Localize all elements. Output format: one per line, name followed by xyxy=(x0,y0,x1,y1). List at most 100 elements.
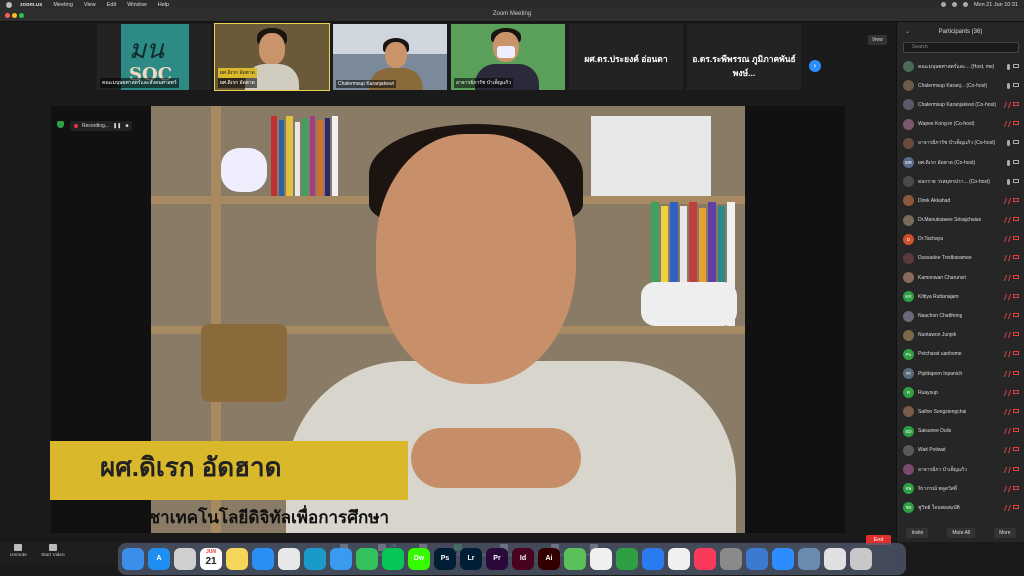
participant-row[interactable]: MR ผศ.ดิเรก อัดฮาด (Co-host) xyxy=(903,153,1021,172)
microphone-icon[interactable] xyxy=(1007,178,1010,185)
microphone-muted-icon[interactable] xyxy=(1003,255,1012,262)
video-off-icon[interactable] xyxy=(1013,408,1019,413)
preview-icon[interactable] xyxy=(798,548,820,570)
video-icon[interactable] xyxy=(1013,159,1019,164)
thumbnail-tile[interactable]: อาจารย์ภารัช บำเพ็ญแก้ว xyxy=(451,24,565,90)
mute-all-button[interactable]: Mute All xyxy=(947,528,976,538)
lightroom-icon[interactable]: Lr xyxy=(460,548,482,570)
view-button[interactable]: View xyxy=(868,35,887,45)
numbers-icon[interactable] xyxy=(616,548,638,570)
video-off-icon[interactable] xyxy=(1013,428,1019,433)
microphone-muted-icon[interactable] xyxy=(1003,351,1012,358)
video-off-icon[interactable] xyxy=(1013,447,1019,452)
menubar-clock[interactable]: Mon 21 Jun 10:31 xyxy=(974,2,1018,8)
video-off-icon[interactable] xyxy=(1013,236,1019,241)
video-off-icon[interactable] xyxy=(1013,313,1019,318)
edge-icon[interactable] xyxy=(304,548,326,570)
microphone-muted-icon[interactable] xyxy=(1003,332,1012,339)
participant-row[interactable]: Direk Akkahad xyxy=(903,191,1021,210)
microphone-icon[interactable] xyxy=(1007,140,1010,147)
illustrator-icon[interactable]: Ai xyxy=(538,548,560,570)
thumbnail-tile[interactable]: มน SOC คณะมนุษยศาสตร์และสังคมศาสตร์ xyxy=(97,24,211,90)
participant-row[interactable]: Dussadee Tredbaramee xyxy=(903,249,1021,268)
participant-row[interactable]: D Dr.Tachaya xyxy=(903,230,1021,249)
more-button[interactable]: More xyxy=(994,528,1016,538)
video-icon[interactable] xyxy=(1013,63,1019,68)
chrome-icon[interactable] xyxy=(278,548,300,570)
microphone-icon[interactable] xyxy=(1007,63,1010,70)
video-off-icon[interactable] xyxy=(1013,121,1019,126)
wifi-icon[interactable] xyxy=(940,2,946,7)
vmware-icon[interactable] xyxy=(746,548,768,570)
microphone-muted-icon[interactable] xyxy=(1003,466,1012,473)
microphone-muted-icon[interactable] xyxy=(1003,447,1012,454)
video-off-icon[interactable] xyxy=(1013,197,1019,202)
thumbnail-tile[interactable]: Chalermsup Karanjakwut xyxy=(333,24,447,90)
participant-row[interactable]: Chalermsup Karanj... (Co-host) xyxy=(903,76,1021,95)
downloads-icon[interactable] xyxy=(824,548,846,570)
microphone-muted-icon[interactable] xyxy=(1003,274,1012,281)
video-off-icon[interactable] xyxy=(1013,217,1019,222)
microphone-muted-icon[interactable] xyxy=(1003,313,1012,320)
thumbnail-tile[interactable]: อ.ดร.ระพีพรรณ ภูมิภาคพันธ์พงษ์... xyxy=(687,24,801,90)
video-off-icon[interactable] xyxy=(1013,255,1019,260)
security-shield-icon[interactable] xyxy=(57,121,64,128)
video-off-icon[interactable] xyxy=(1013,370,1019,375)
video-icon[interactable] xyxy=(1013,82,1019,87)
menu-help[interactable]: Help xyxy=(158,2,169,8)
participant-row[interactable]: จพ จิราภรณ์ พลูสวัสดิ์ xyxy=(903,479,1021,498)
microphone-muted-icon[interactable] xyxy=(1003,101,1012,108)
search-input[interactable]: Search xyxy=(903,42,1019,53)
microphone-icon[interactable] xyxy=(1007,159,1010,166)
participant-row[interactable]: ชจ ชูวิทย์ ใจนพลสมบัติ xyxy=(903,498,1021,517)
participant-row[interactable]: Chalermsup Karanjakwut (Co-host) xyxy=(903,95,1021,114)
indesign-icon[interactable]: Id xyxy=(512,548,534,570)
microphone-muted-icon[interactable] xyxy=(1003,217,1012,224)
microphone-muted-icon[interactable] xyxy=(1003,370,1012,377)
facetime-icon[interactable] xyxy=(356,548,378,570)
microphone-muted-icon[interactable] xyxy=(1003,121,1012,128)
participant-row[interactable]: R Ruaysup xyxy=(903,383,1021,402)
video-off-icon[interactable] xyxy=(1013,101,1019,106)
participant-row[interactable]: Dr.Manutsawee Srisajchaiao xyxy=(903,211,1021,230)
video-off-icon[interactable] xyxy=(1013,485,1019,490)
thumbnail-tile[interactable]: ผศ.ดร.ประยงค์ อ่อนตา xyxy=(569,24,683,90)
participant-row[interactable]: อาจารย์ภารัช บำเพ็ญแก้ว (Co-host) xyxy=(903,134,1021,153)
trash-icon[interactable] xyxy=(850,548,872,570)
participant-row[interactable]: Naachon Chatthong xyxy=(903,306,1021,325)
launchpad-icon[interactable] xyxy=(174,548,196,570)
microphone-muted-icon[interactable] xyxy=(1003,504,1012,511)
participant-row[interactable]: คณะมนุษยศาสตร์และ... (Host, me) xyxy=(903,57,1021,76)
mail-icon[interactable] xyxy=(330,548,352,570)
menu-app[interactable]: zoom.us xyxy=(20,2,42,8)
video-icon[interactable] xyxy=(1013,178,1019,183)
microphone-muted-icon[interactable] xyxy=(1003,293,1012,300)
menu-edit[interactable]: Edit xyxy=(107,2,116,8)
participant-row[interactable]: Wapee Kong-in (Co-host) xyxy=(903,115,1021,134)
photoshop-icon[interactable]: Ps xyxy=(434,548,456,570)
participant-row[interactable]: ดอกราย วรสมุทรปรา... (Co-host) xyxy=(903,172,1021,191)
menu-meeting[interactable]: Meeting xyxy=(53,2,73,8)
thumbnail-tile-active[interactable]: ผศ.ดิเรก อัดฮาด ผศ.ดิเรก อัดฮาด xyxy=(214,23,330,91)
participant-row[interactable]: PI Pipittaporn Inpanich xyxy=(903,364,1021,383)
video-off-icon[interactable] xyxy=(1013,351,1019,356)
participant-row[interactable]: อาจารย์ภา บำเพ็ญแก้ว xyxy=(903,460,1021,479)
microphone-muted-icon[interactable] xyxy=(1003,428,1012,435)
video-off-icon[interactable] xyxy=(1013,274,1019,279)
start-video-button[interactable]: Start Video xyxy=(41,544,65,558)
participant-row[interactable]: Wait Potiwat xyxy=(903,441,1021,460)
menu-window[interactable]: Window xyxy=(127,2,147,8)
participant-row[interactable]: Kamonwan Charunsri xyxy=(903,268,1021,287)
participant-row[interactable]: Pu Petcharat uanhome xyxy=(903,345,1021,364)
participant-row[interactable]: Saifon Songsiengchai xyxy=(903,402,1021,421)
next-page-button[interactable]: › xyxy=(809,60,821,72)
textedit-icon[interactable] xyxy=(668,548,690,570)
notes-icon[interactable] xyxy=(226,548,248,570)
finder-icon[interactable] xyxy=(122,548,144,570)
line-icon[interactable] xyxy=(382,548,404,570)
microphone-icon[interactable] xyxy=(1007,82,1010,89)
keynote-icon[interactable] xyxy=(642,548,664,570)
video-off-icon[interactable] xyxy=(1013,293,1019,298)
zoom-icon[interactable] xyxy=(772,548,794,570)
recording-indicator[interactable]: Recording... ❚❚ ■ xyxy=(70,121,133,131)
